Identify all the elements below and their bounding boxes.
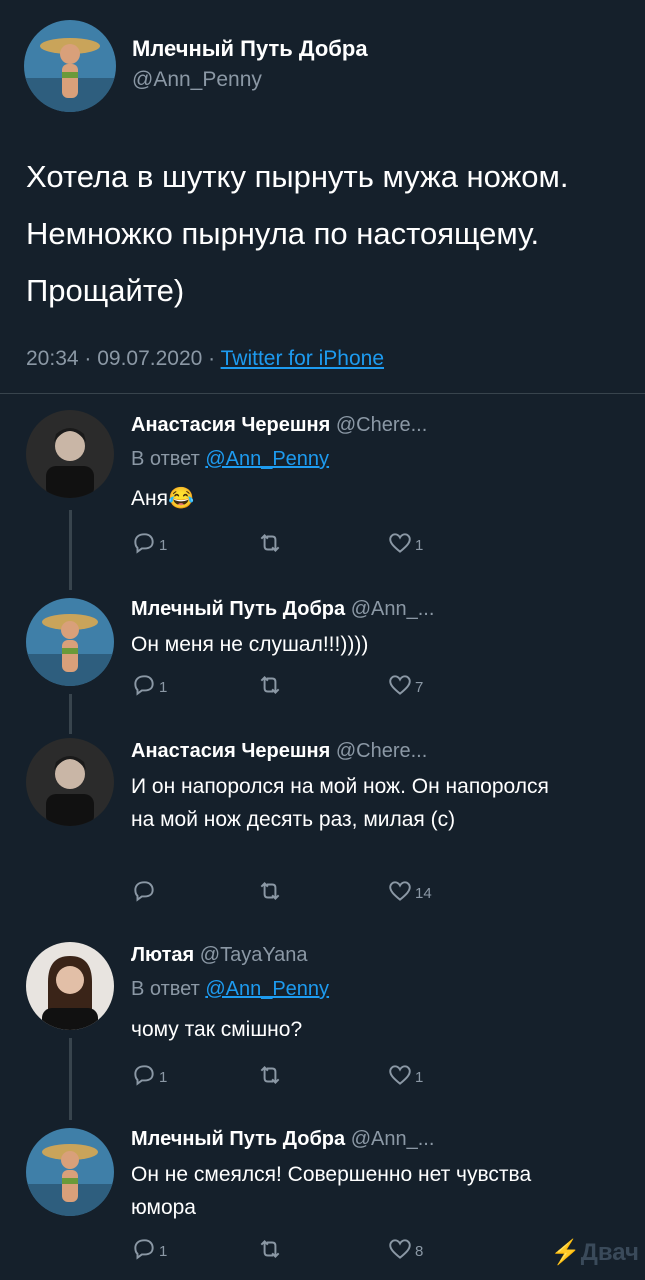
reply-count: 1 [159, 1242, 168, 1260]
heart-icon [387, 672, 413, 702]
reply-button[interactable]: 1 [131, 1236, 167, 1266]
like-button[interactable]: 1 [387, 530, 423, 560]
reply-context: В ответ @Ann_Penny [131, 978, 330, 1000]
reply-avatar[interactable] [26, 1128, 114, 1216]
reply-context: В ответ @Ann_Penny [131, 448, 330, 470]
tweet-source-link[interactable]: Twitter for iPhone [221, 347, 384, 370]
like-count: 8 [415, 1242, 424, 1260]
reply-avatar[interactable] [26, 410, 114, 498]
like-count: 7 [415, 678, 424, 696]
reply-text: Он не смеялся! Совершенно нет чувства юм… [131, 1163, 532, 1219]
tweet-meta: 20:34 · 09.07.2020 · Twitter for iPhone [26, 347, 384, 371]
reply-text: И он напоролся на мой нож. Он напоролся … [131, 775, 549, 831]
reply-button[interactable]: 1 [131, 672, 167, 702]
heart-icon [387, 1236, 413, 1266]
like-button[interactable]: 8 [387, 1236, 423, 1266]
reply-author[interactable]: Анастасия Черешня @Chere... [131, 740, 427, 763]
reply-text: Он меня не слушал!!!)))) [131, 633, 369, 656]
like-button[interactable]: 14 [387, 878, 432, 908]
like-button[interactable]: 7 [387, 672, 423, 702]
reply-icon [131, 1062, 157, 1092]
reply-text: чому так смішно? [131, 1018, 303, 1041]
reply-button[interactable] [131, 878, 159, 908]
heart-icon [387, 530, 413, 560]
watermark: ⚡Двач [550, 1239, 639, 1266]
reply-handle[interactable]: @Chere... [336, 740, 427, 762]
reply-handle[interactable]: @Ann_... [351, 598, 435, 620]
mention-link[interactable]: @Ann_Penny [205, 978, 329, 1000]
reply-author[interactable]: Млечный Путь Добра @Ann_... [131, 1128, 434, 1151]
reply-count: 1 [159, 1068, 168, 1086]
like-button[interactable]: 1 [387, 1062, 423, 1092]
action-bar: 1 7 [131, 672, 551, 700]
reply-icon [131, 530, 157, 560]
retweet-icon [257, 878, 283, 908]
retweet-button[interactable] [257, 878, 285, 908]
mention-link[interactable]: @Ann_Penny [205, 448, 329, 470]
reply-handle[interactable]: @Ann_... [351, 1128, 435, 1150]
reply-author[interactable]: Лютая @TayaYana [131, 944, 308, 967]
action-bar: 1 1 [131, 530, 551, 558]
reply-button[interactable]: 1 [131, 1062, 167, 1092]
thread-line [69, 510, 72, 590]
divider [0, 393, 645, 394]
like-count: 14 [415, 884, 432, 902]
like-count: 1 [415, 536, 424, 554]
thread-line [69, 1038, 72, 1120]
reply-count: 1 [159, 678, 168, 696]
retweet-button[interactable] [257, 1236, 285, 1266]
action-bar: 14 [131, 878, 551, 906]
reply-count: 1 [159, 536, 168, 554]
reply-icon [131, 672, 157, 702]
author-avatar[interactable] [24, 20, 116, 112]
like-count: 1 [415, 1068, 424, 1086]
retweet-icon [257, 1062, 283, 1092]
action-bar: 1 1 [131, 1062, 551, 1090]
author-handle[interactable]: @Ann_Penny [132, 68, 262, 92]
reply-icon [131, 1236, 157, 1266]
reply-avatar[interactable] [26, 942, 114, 1030]
heart-icon [387, 878, 413, 908]
heart-icon [387, 1062, 413, 1092]
author-name[interactable]: Млечный Путь Добра [132, 36, 368, 62]
retweet-icon [257, 1236, 283, 1266]
reply-avatar[interactable] [26, 598, 114, 686]
reply-icon [131, 878, 157, 908]
thread-line [69, 694, 72, 734]
reply-text: Аня😂 [131, 487, 195, 510]
reply-button[interactable]: 1 [131, 530, 167, 560]
action-bar: 1 8 [131, 1236, 551, 1264]
retweet-icon [257, 530, 283, 560]
tweet-text: Хотела в шутку пырнуть мужа ножом. Немно… [26, 159, 569, 308]
reply-handle[interactable]: @Chere... [336, 414, 427, 436]
retweet-button[interactable] [257, 1062, 285, 1092]
reply-avatar[interactable] [26, 738, 114, 826]
retweet-button[interactable] [257, 530, 285, 560]
retweet-icon [257, 672, 283, 702]
reply-handle[interactable]: @TayaYana [200, 944, 308, 966]
reply-author[interactable]: Млечный Путь Добра @Ann_... [131, 598, 434, 621]
tweet-timestamp: 20:34 · 09.07.2020 · [26, 347, 221, 370]
reply-author[interactable]: Анастасия Черешня @Chere... [131, 414, 427, 437]
retweet-button[interactable] [257, 672, 285, 702]
